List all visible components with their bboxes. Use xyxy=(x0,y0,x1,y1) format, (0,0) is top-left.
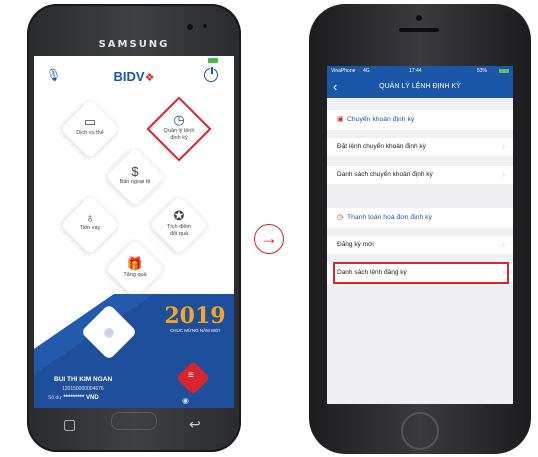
bidv-logo: BIDV❖ xyxy=(102,68,166,86)
account-name: BUI THI KIM NGAN xyxy=(54,376,113,383)
home-button[interactable] xyxy=(111,412,157,430)
bidv-home-screen: 🎙 BIDV❖ ▭ Dịch vụ thẻ ◷ Quản lý lệnh địn… xyxy=(34,56,234,408)
power-icon[interactable] xyxy=(204,66,218,82)
row-register-new[interactable]: Đăng ký mới › xyxy=(327,236,513,254)
flow-arrow-icon: → xyxy=(254,224,284,254)
tile-points[interactable]: ✪ Tích điểm đổi quà xyxy=(149,208,209,238)
section-transfer-header: ▣ Chuyển khoản định kỳ xyxy=(327,110,513,130)
balance-currency: VND xyxy=(86,395,99,401)
status-indicator xyxy=(208,58,218,63)
home-button[interactable] xyxy=(401,412,439,450)
status-bar: VinaPhone 4G 17:44 53% xyxy=(327,66,513,76)
tile-schedule-label-1: Quản lý lệnh xyxy=(163,128,195,134)
tile-gift-label: Tặng quà xyxy=(123,272,147,278)
row-transfer-list-label: Danh sách chuyển khoản định kỳ xyxy=(337,171,433,178)
page-title: QUẢN LÝ LỆNH ĐỊNH KỲ xyxy=(379,83,461,90)
logo-text: BIDV xyxy=(113,69,145,84)
eye-icon[interactable]: ◉ xyxy=(182,396,189,405)
tile-points-label-1: Tích điểm xyxy=(166,224,192,230)
front-camera xyxy=(416,15,422,21)
recent-apps-icon[interactable]: ▢ xyxy=(63,416,76,433)
currency-icon: $ xyxy=(131,164,139,179)
network: 4G xyxy=(363,68,370,74)
chevron-right-icon: › xyxy=(502,170,505,179)
iphone: VinaPhone 4G 17:44 53% ‹ QUẢN LÝ LỆNH ĐỊ… xyxy=(309,4,531,454)
back-icon[interactable]: ↩ xyxy=(189,416,201,433)
samsung-brand: SAMSUNG xyxy=(98,39,170,50)
section-transfer-title: Chuyển khoản định kỳ xyxy=(347,116,415,123)
money-bag-icon: ♁ xyxy=(85,210,95,225)
section-bill-header: ◷ Thanh toán hoá đơn định kỳ xyxy=(327,208,513,228)
back-chevron-icon[interactable]: ‹ xyxy=(333,78,337,96)
speaker xyxy=(399,28,439,32)
sensor xyxy=(203,24,207,28)
card-icon: ▭ xyxy=(83,114,97,129)
tile-loan-label: Tiền vay xyxy=(79,225,101,231)
tile-forex-label: Bán ngoại tệ xyxy=(119,179,151,185)
account-balance: Số dư ********* VND xyxy=(48,395,99,401)
row-transfer-list[interactable]: Danh sách chuyển khoản định kỳ › xyxy=(327,166,513,184)
front-camera xyxy=(187,24,193,30)
mic-icon[interactable]: 🎙 xyxy=(46,68,61,82)
tile-card[interactable]: ▭ Dịch vụ thẻ xyxy=(60,114,120,137)
row-register-new-label: Đăng ký mới xyxy=(337,241,374,248)
tile-gift[interactable]: 🎁 Tặng quà xyxy=(105,256,165,279)
row-create-transfer[interactable]: Đặt lệnh chuyển khoản định kỳ › xyxy=(327,138,513,156)
promo-year: 2019 xyxy=(164,303,226,329)
battery-icon xyxy=(499,69,509,73)
row-create-transfer-label: Đặt lệnh chuyển khoản định kỳ xyxy=(337,143,426,150)
battery-level: 53% xyxy=(477,68,488,74)
tile-card-label: Dịch vụ thẻ xyxy=(76,130,104,136)
nav-bar: ‹ QUẢN LÝ LỆNH ĐỊNH KỲ xyxy=(327,76,513,98)
menu-icon: ≡ xyxy=(188,370,194,381)
gift-icon: 🎁 xyxy=(126,256,144,271)
logo-mark-icon: ❖ xyxy=(144,72,155,84)
section-bill-title: Thanh toán hoá đơn định kỳ xyxy=(347,214,432,221)
tile-schedule[interactable]: ◷ Quản lý lệnh định kỳ xyxy=(149,112,209,142)
promo-caption: CHÚC MỪNG NĂM MỚI xyxy=(170,328,220,333)
row-highlight-box xyxy=(333,262,509,284)
carrier: VinaPhone xyxy=(331,68,356,74)
tile-forex[interactable]: $ Bán ngoại tệ xyxy=(105,164,165,186)
tile-points-label-2: đổi quà xyxy=(169,231,189,237)
samsung-phone: SAMSUNG 🎙 BIDV❖ ▭ Dịch vụ thẻ ◷ Quản lý … xyxy=(27,4,241,452)
tile-loan[interactable]: ♁ Tiền vay xyxy=(60,210,120,232)
tile-schedule-label-2: định kỳ xyxy=(170,135,188,141)
clock-icon: ◷ xyxy=(173,112,185,127)
schedule-manage-screen: VinaPhone 4G 17:44 53% ‹ QUẢN LÝ LỆNH ĐỊ… xyxy=(327,66,513,404)
promo-banner[interactable]: 2019 CHÚC MỪNG NĂM MỚI xyxy=(162,304,228,333)
balance-label: Số dư xyxy=(48,395,62,401)
medal-icon: ✪ xyxy=(173,208,185,223)
account-number: 120150000004676 xyxy=(62,386,104,392)
calendar-icon: ▣ xyxy=(337,116,344,123)
chevron-right-icon: › xyxy=(502,142,505,151)
clock-icon: ◷ xyxy=(337,214,344,221)
clock-time: 17:44 xyxy=(409,68,422,74)
chevron-right-icon: › xyxy=(502,240,505,249)
balance-mask: ********* xyxy=(63,395,85,401)
